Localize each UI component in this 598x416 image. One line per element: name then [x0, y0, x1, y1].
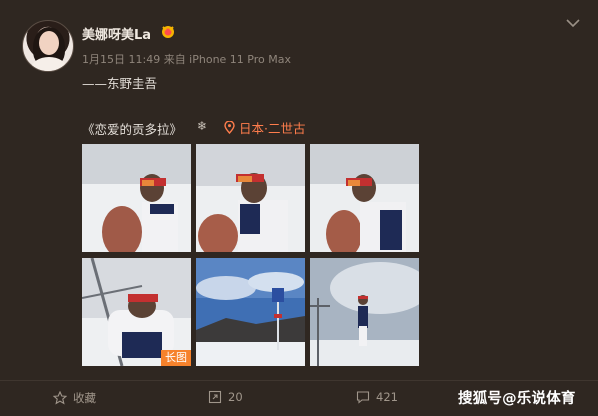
photo-2[interactable] — [196, 144, 305, 252]
repost-button[interactable]: 20 — [208, 390, 243, 404]
comment-count: 421 — [376, 390, 398, 404]
photo-5[interactable] — [196, 258, 305, 366]
snowflake-icon: ❄ — [197, 119, 208, 133]
vip-badge-icon — [162, 26, 174, 38]
post-meta: 1月15日 11:49 来自 iPhone 11 Pro Max — [82, 53, 291, 66]
comment-icon — [356, 391, 370, 404]
photo-4[interactable]: 长图 — [82, 258, 191, 366]
repost-count: 20 — [228, 390, 243, 404]
photo-1[interactable] — [82, 144, 191, 252]
photo-3[interactable] — [310, 144, 419, 252]
weibo-post-card: 美娜呀美La 1月15日 11:49 来自 iPhone 11 Pro Max … — [0, 0, 598, 416]
photo-grid: 长图 — [82, 144, 420, 368]
repost-icon — [208, 390, 222, 404]
location-link[interactable]: 日本·二世古 — [224, 118, 305, 137]
favorite-button[interactable]: 收藏 — [53, 390, 96, 406]
avatar[interactable] — [22, 20, 74, 72]
comment-button[interactable]: 421 — [356, 390, 398, 404]
chevron-down-icon[interactable] — [566, 18, 580, 28]
location-pin-icon — [224, 121, 235, 134]
star-icon — [53, 391, 67, 405]
watermark: 搜狐号@乐说体育 — [458, 391, 576, 407]
favorite-label: 收藏 — [73, 391, 96, 405]
actions-divider — [0, 380, 598, 381]
location-label: 日本·二世古 — [239, 121, 306, 136]
post-text-line: ——东野圭吾 — [82, 76, 158, 91]
photo-6[interactable] — [310, 258, 419, 366]
long-image-tag: 长图 — [161, 350, 191, 366]
username[interactable]: 美娜呀美La — [82, 24, 151, 43]
book-title: 《恋爱的贡多拉》 — [82, 122, 183, 137]
